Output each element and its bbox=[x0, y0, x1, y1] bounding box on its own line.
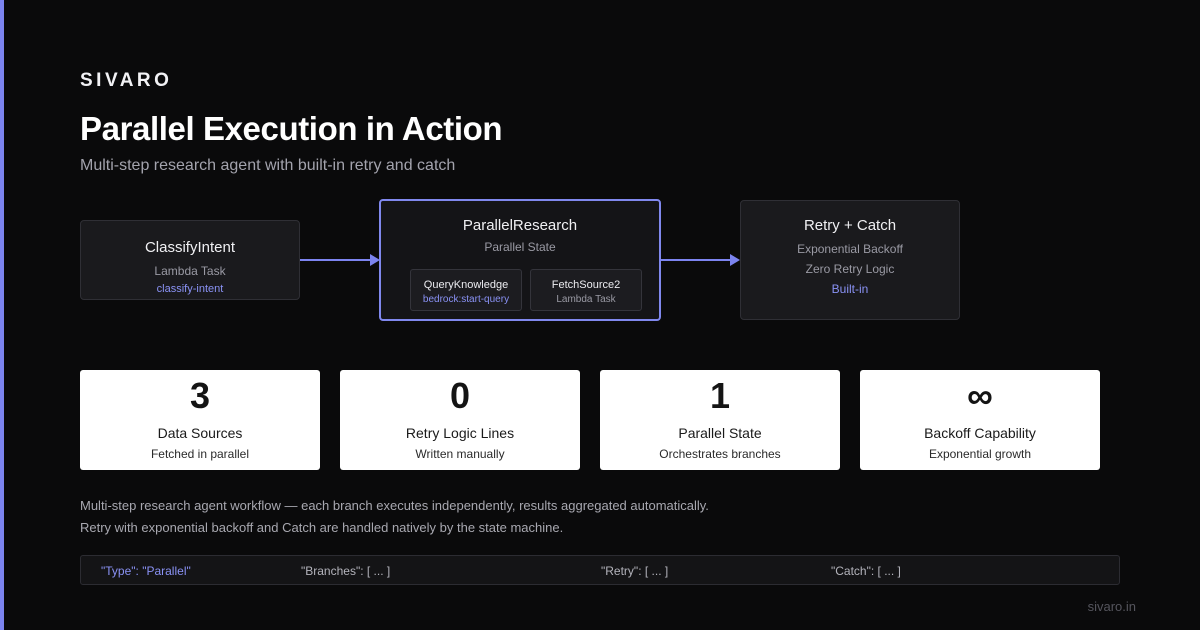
node-resource-link: classify-intent bbox=[156, 283, 224, 295]
stat-label: Retry Logic Lines bbox=[405, 425, 515, 441]
code-type: "Type": "Parallel" bbox=[101, 564, 191, 578]
page-title: Parallel Execution in Action bbox=[80, 110, 503, 147]
node-line-1: Exponential Backoff bbox=[797, 242, 903, 256]
branch-title: QueryKnowledge bbox=[423, 279, 509, 291]
stat-card-backoff: ∞ Backoff Capability Exponential growth bbox=[860, 370, 1100, 470]
stat-card-data-sources: 3 Data Sources Fetched in parallel bbox=[80, 370, 320, 470]
branch-subtitle: bedrock:start-query bbox=[422, 294, 510, 305]
arrow-head-icon bbox=[730, 254, 740, 266]
node-title: Retry + Catch bbox=[803, 217, 897, 234]
node-classify-intent: ClassifyIntent Lambda Task classify-inte… bbox=[80, 220, 300, 300]
branch-subtitle: Lambda Task bbox=[556, 294, 616, 305]
stat-value: 0 bbox=[449, 375, 471, 416]
branch-title: FetchSource2 bbox=[551, 279, 621, 291]
stat-caption: Fetched in parallel bbox=[150, 447, 250, 461]
branch-fetch-source2: FetchSource2 Lambda Task bbox=[530, 269, 642, 311]
stat-label: Parallel State bbox=[678, 425, 762, 441]
stat-card-retry-logic: 0 Retry Logic Lines Written manually bbox=[340, 370, 580, 470]
node-parallel-research: ParallelResearch Parallel State QueryKno… bbox=[379, 199, 661, 321]
stat-label: Data Sources bbox=[157, 425, 243, 441]
stat-caption: Orchestrates branches bbox=[659, 447, 781, 461]
code-snippet-bar: "Type": "Parallel" "Branches": [ ... ] "… bbox=[80, 555, 1120, 585]
stat-card-parallel-state: 1 Parallel State Orchestrates branches bbox=[600, 370, 840, 470]
footer-domain: sivaro.in bbox=[1087, 599, 1136, 614]
node-subtitle: Lambda Task bbox=[154, 264, 226, 278]
node-retry-catch: Retry + Catch Exponential Backoff Zero R… bbox=[740, 200, 960, 320]
code-branches: "Branches": [ ... ] bbox=[301, 564, 391, 578]
accent-bar bbox=[0, 0, 4, 630]
brand-logo: SIVARO bbox=[80, 70, 173, 91]
node-title: ParallelResearch bbox=[462, 217, 578, 234]
description-line-2: Retry with exponential backoff and Catch… bbox=[80, 520, 564, 535]
stat-caption: Written manually bbox=[415, 447, 505, 461]
description-line-1: Multi-step research agent workflow — eac… bbox=[80, 498, 709, 513]
node-line-2: Zero Retry Logic bbox=[805, 262, 895, 276]
stat-value: ∞ bbox=[967, 375, 993, 416]
stat-label: Backoff Capability bbox=[924, 425, 1036, 441]
code-retry: "Retry": [ ... ] bbox=[601, 564, 669, 578]
stat-value: 1 bbox=[709, 375, 731, 416]
page-subtitle: Multi-step research agent with built-in … bbox=[80, 157, 456, 174]
node-title: ClassifyIntent bbox=[144, 239, 236, 256]
node-subtitle: Parallel State bbox=[484, 240, 556, 254]
code-catch: "Catch": [ ... ] bbox=[831, 564, 901, 578]
node-resource-link: Built-in bbox=[831, 282, 869, 296]
edge-classify-to-parallel bbox=[300, 259, 371, 261]
edge-parallel-to-retry bbox=[661, 259, 731, 261]
stat-value: 3 bbox=[189, 375, 211, 416]
branch-query-knowledge: QueryKnowledge bedrock:start-query bbox=[410, 269, 522, 311]
stat-caption: Exponential growth bbox=[928, 447, 1032, 461]
